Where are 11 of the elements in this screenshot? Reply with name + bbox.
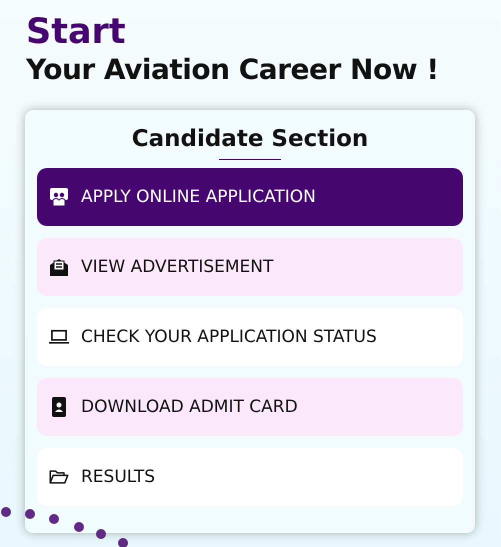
menu-item[interactable]: DOWNLOAD ADMIT CARD [37, 378, 463, 436]
id-card-icon [49, 397, 69, 417]
headline: Your Aviation Career Now ! [26, 52, 440, 88]
menu-item[interactable]: APPLY ONLINE APPLICATION [37, 168, 463, 226]
section-title: Candidate Section [130, 125, 370, 154]
people-icon [49, 187, 69, 207]
envelope-icon [49, 257, 69, 277]
menu-item[interactable]: RESULTS [37, 448, 463, 506]
headline-accent: Start [26, 12, 127, 52]
menu-item[interactable]: VIEW ADVERTISEMENT [37, 238, 463, 296]
menu-item[interactable]: CHECK YOUR APPLICATION STATUS [37, 308, 463, 366]
